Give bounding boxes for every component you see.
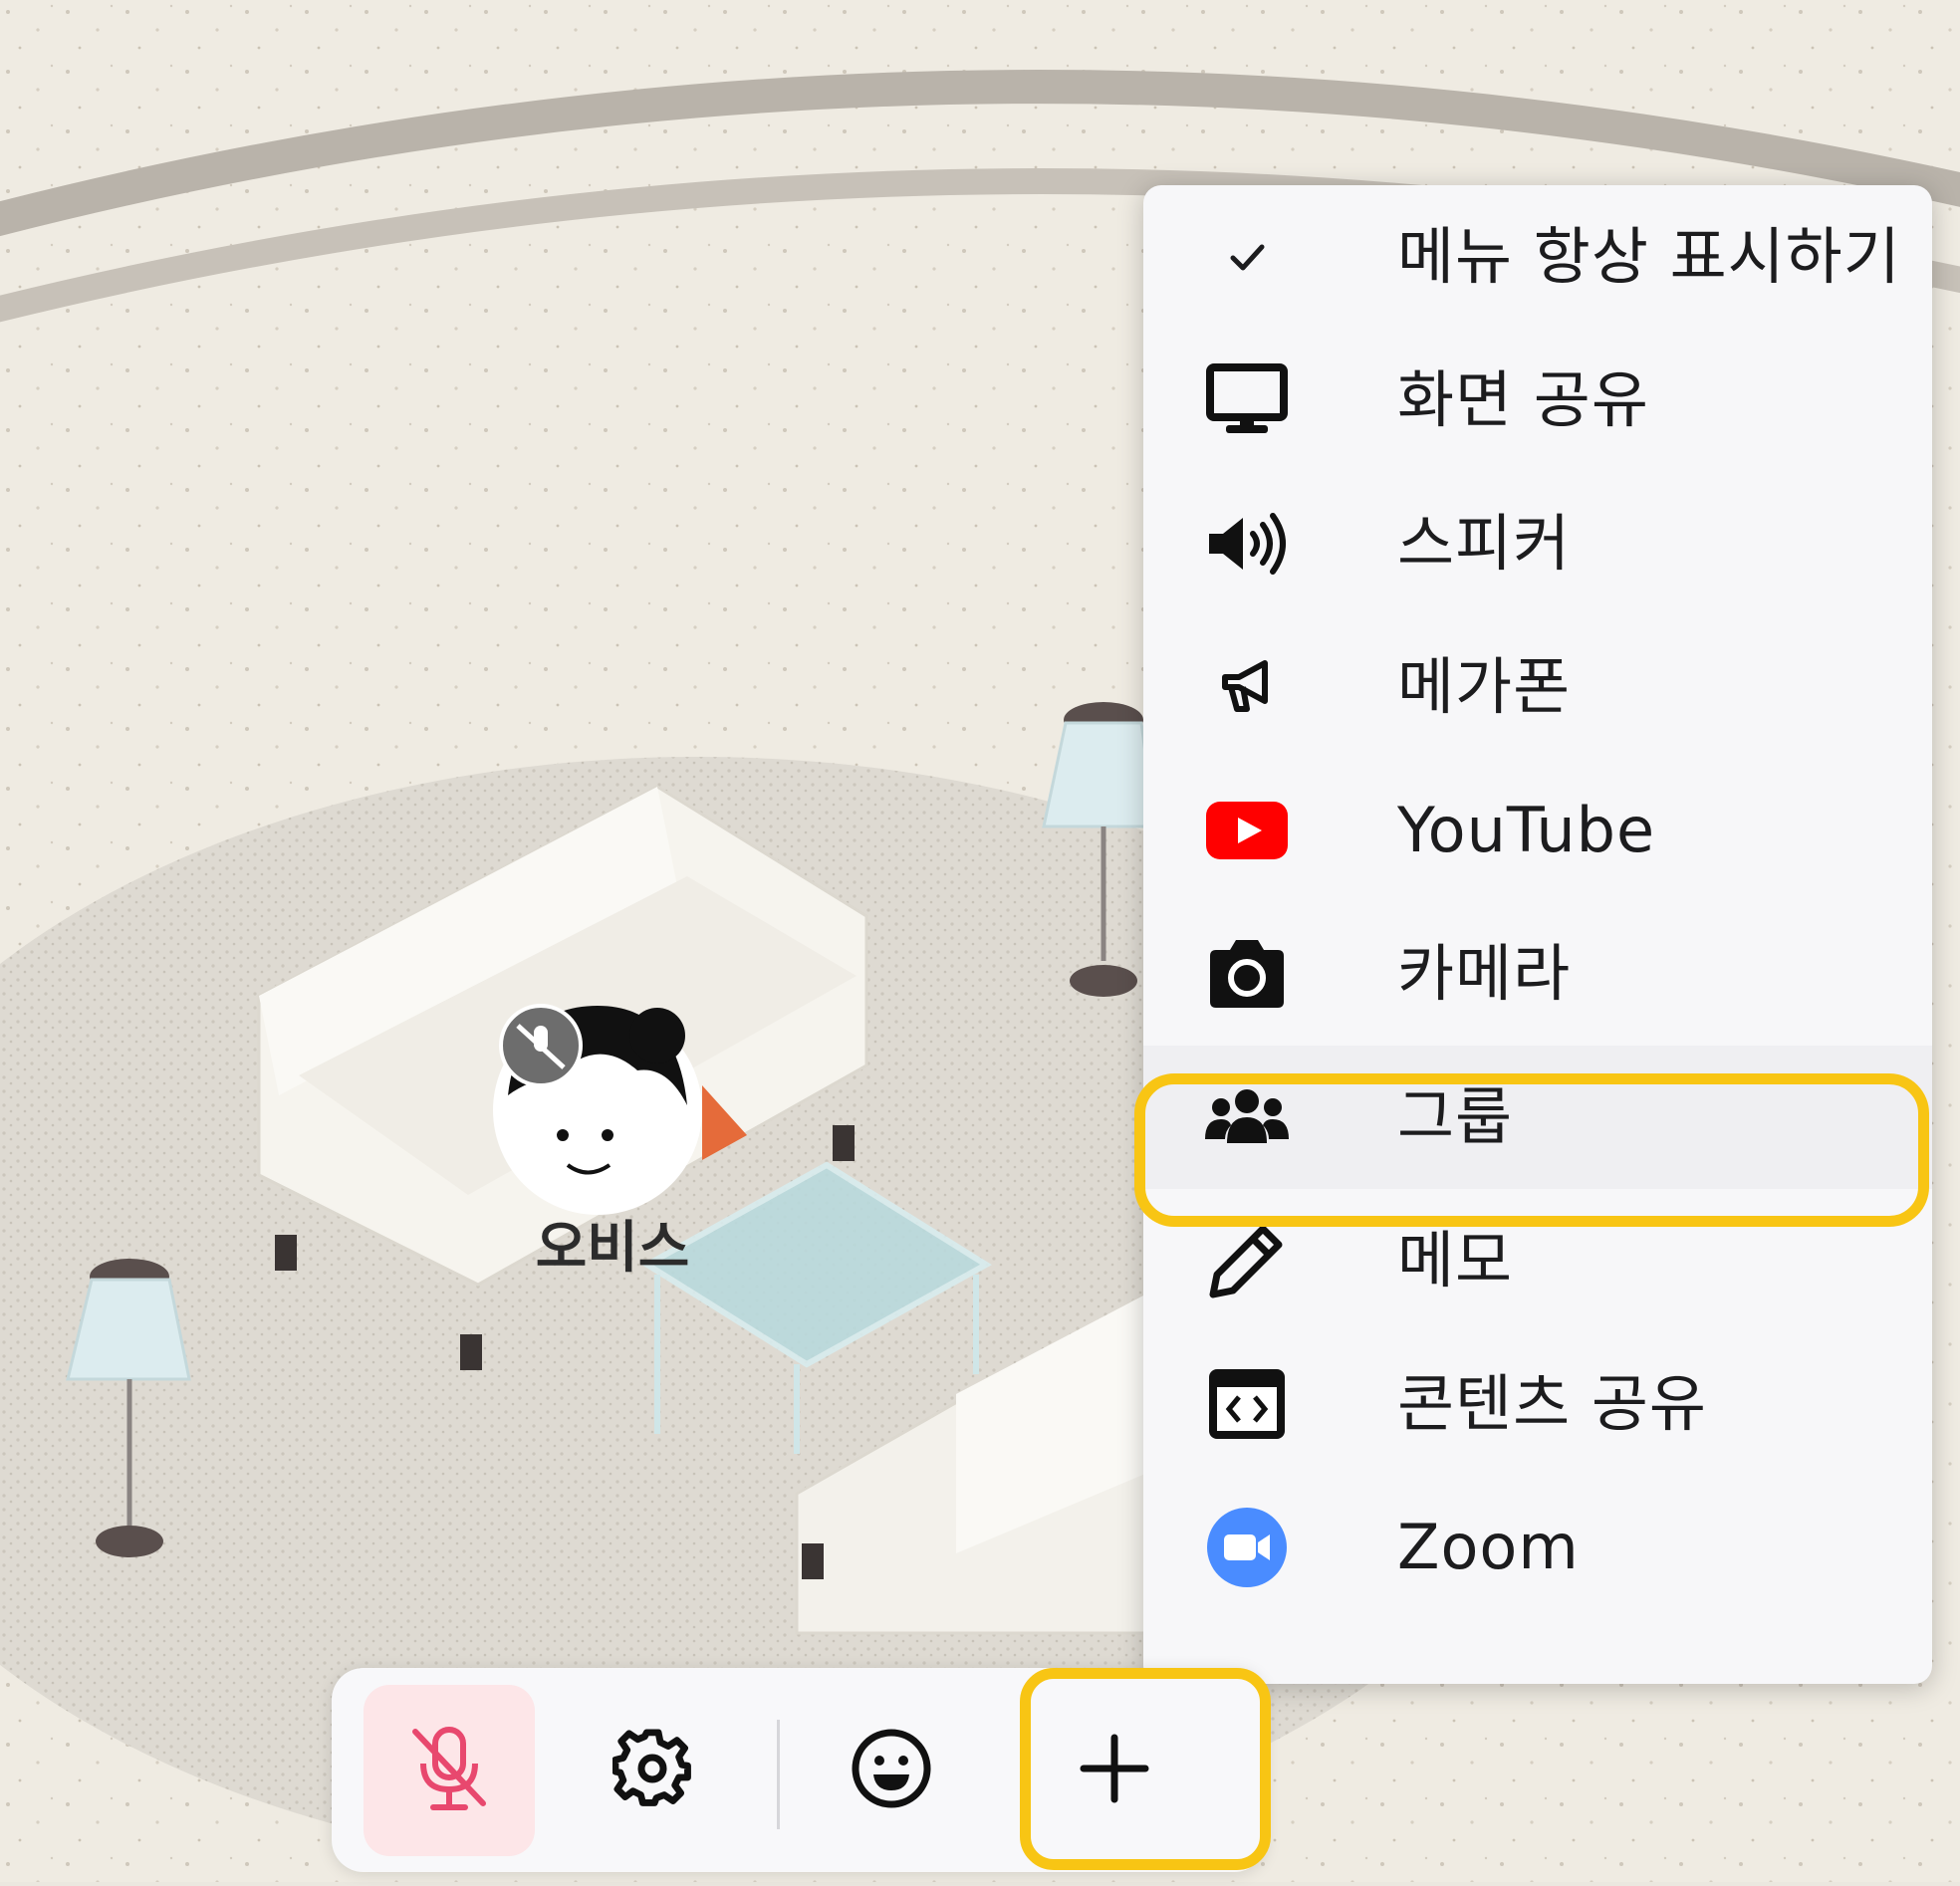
monitor-icon <box>1205 363 1289 433</box>
menu-item-label: 그룹 <box>1397 1080 1514 1153</box>
menu-item-label: 메뉴 항상 표시하기 <box>1397 220 1901 293</box>
menu-item-youtube[interactable]: YouTube <box>1143 759 1932 902</box>
embed-code-icon <box>1205 1369 1289 1439</box>
bottom-toolbar <box>332 1668 1266 1872</box>
menu-item-group[interactable]: 그룹 <box>1143 1046 1932 1189</box>
pencil-icon <box>1205 1225 1289 1298</box>
menu-item-memo[interactable]: 메모 <box>1143 1189 1932 1332</box>
menu-item-label: 메모 <box>1397 1224 1514 1297</box>
menu-item-label: 화면 공유 <box>1397 363 1649 436</box>
menu-item-label: 메가폰 <box>1397 650 1572 723</box>
menu-item-zoom[interactable]: Zoom <box>1143 1476 1932 1619</box>
plus-icon <box>1080 1734 1149 1807</box>
smiley-icon <box>850 1727 933 1814</box>
speaker-icon <box>1205 512 1289 576</box>
toolbar-divider <box>777 1720 780 1829</box>
gear-icon <box>612 1729 692 1812</box>
menu-item-content-share[interactable]: 콘텐츠 공유 <box>1143 1332 1932 1476</box>
check-icon <box>1205 225 1289 289</box>
menu-item-label: 카메라 <box>1397 937 1572 1010</box>
camera-icon <box>1205 940 1289 1008</box>
more-options-menu: 메뉴 항상 표시하기 화면 공유 스피커 메가폰 YouTube 카메라 그룹 … <box>1143 185 1932 1684</box>
group-icon <box>1205 1085 1289 1149</box>
megaphone-icon <box>1205 655 1289 719</box>
add-more-button[interactable] <box>1029 1685 1200 1856</box>
menu-item-label: Zoom <box>1397 1511 1580 1583</box>
menu-item-speaker[interactable]: 스피커 <box>1143 472 1932 615</box>
emoji-reaction-button[interactable] <box>806 1685 977 1856</box>
menu-item-label: 스피커 <box>1397 507 1572 580</box>
zoom-icon <box>1205 1508 1289 1587</box>
menu-item-megaphone[interactable]: 메가폰 <box>1143 615 1932 759</box>
menu-item-always-show-menu[interactable]: 메뉴 항상 표시하기 <box>1143 185 1932 329</box>
mic-muted-icon <box>407 1724 491 1817</box>
settings-button[interactable] <box>567 1685 738 1856</box>
youtube-icon <box>1205 799 1289 862</box>
menu-item-screen-share[interactable]: 화면 공유 <box>1143 329 1932 472</box>
avatar-name-label: 오비스 <box>535 1216 690 1281</box>
menu-item-label: YouTube <box>1397 794 1656 866</box>
mic-toggle-button[interactable] <box>364 1685 535 1856</box>
menu-item-camera[interactable]: 카메라 <box>1143 902 1932 1046</box>
menu-item-label: 콘텐츠 공유 <box>1397 1367 1707 1440</box>
